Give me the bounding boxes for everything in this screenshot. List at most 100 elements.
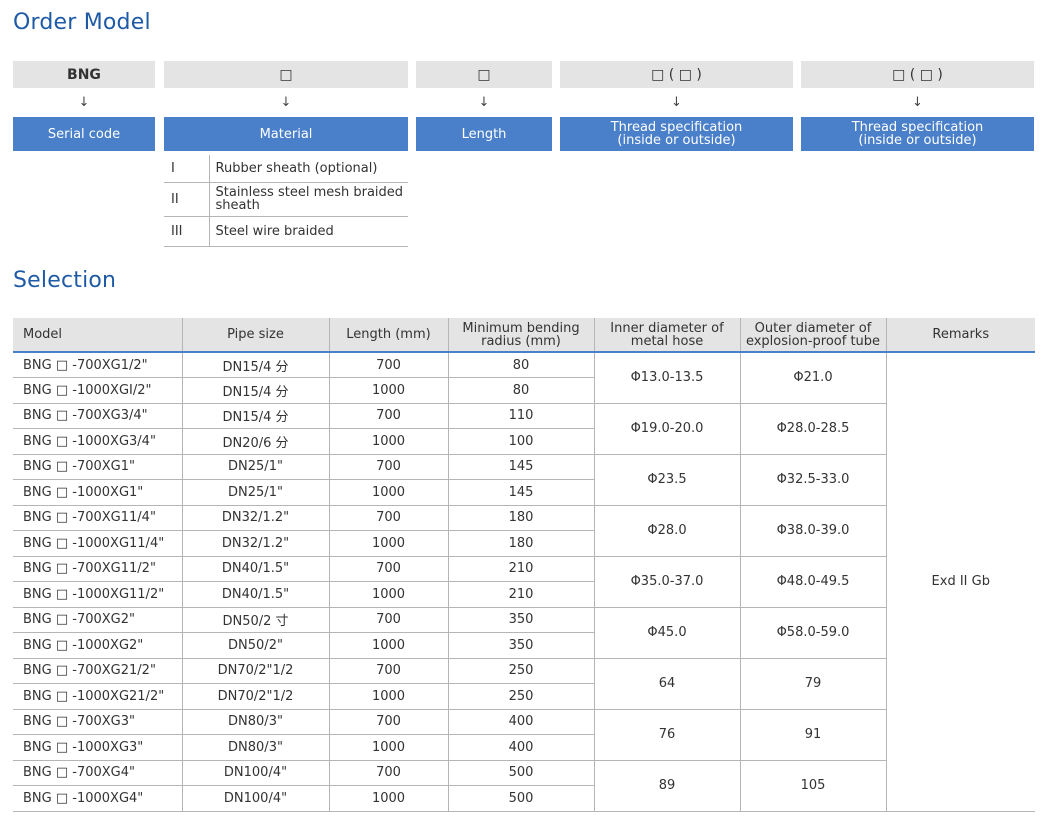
length-cell: 1000 <box>329 479 449 506</box>
length-cell: 1000 <box>329 377 449 404</box>
pipe-size-cell: DN40/1.5" <box>182 581 330 608</box>
order-code: □ ( □ ) <box>560 61 793 88</box>
order-model-title: Order Model <box>13 10 151 35</box>
pipe-size-cell: DN32/1.2" <box>182 530 330 557</box>
down-arrow-icon: ↓ <box>478 95 490 110</box>
table-row: BNG □ -700XG3" DN80/3" 700 400 76 91 <box>13 709 1035 761</box>
bending-radius-cell: 350 <box>448 607 595 633</box>
pipe-size-cell: DN70/2"1/2 <box>182 683 330 710</box>
header-pipe-size: Pipe size <box>182 318 330 353</box>
table-row: BNG □ -700XG21/2" DN70/2"1/2 700 250 64 79 <box>13 658 1035 710</box>
bending-radius-cell: 210 <box>448 556 595 582</box>
outer-diameter-cell: Φ32.5-33.0 <box>740 454 887 506</box>
order-label: Material <box>164 117 408 151</box>
order-col-serial: BNG ↓ Serial code <box>13 61 155 151</box>
bending-radius-cell: 350 <box>448 632 595 659</box>
inner-diameter-cell: Φ23.5 <box>594 454 741 506</box>
length-cell: 1000 <box>329 530 449 557</box>
bending-radius-cell: 145 <box>448 479 595 506</box>
pipe-size-cell: DN100/4" <box>182 760 330 786</box>
outer-diameter-cell: Φ48.0-49.5 <box>740 556 887 608</box>
pipe-size-cell: DN50/2" <box>182 632 330 659</box>
pipe-size-cell: DN80/3" <box>182 734 330 761</box>
pipe-size-cell: DN50/2 寸 <box>182 607 330 633</box>
length-cell: 700 <box>329 709 449 735</box>
order-label: Thread specification (inside or outside) <box>801 117 1034 151</box>
model-cell: BNG □ -1000XG21/2" <box>13 683 183 710</box>
bending-radius-cell: 100 <box>448 428 595 455</box>
header-length: Length (mm) <box>329 318 449 353</box>
selection-header-row: Model Pipe size Length (mm) Minimum bend… <box>13 318 1035 353</box>
pipe-size-cell: DN32/1.2" <box>182 505 330 531</box>
order-code: □ <box>416 61 552 88</box>
material-value: Steel wire braided <box>209 216 408 247</box>
model-cell: BNG □ -700XG1" <box>13 454 183 480</box>
length-cell: 700 <box>329 352 449 378</box>
model-cell: BNG □ -700XG3/4" <box>13 403 183 429</box>
bending-radius-cell: 250 <box>448 683 595 710</box>
bending-radius-cell: 180 <box>448 505 595 531</box>
model-cell: BNG □ -1000XG3" <box>13 734 183 761</box>
selection-table: Model Pipe size Length (mm) Minimum bend… <box>13 318 1035 812</box>
bending-radius-cell: 80 <box>448 377 595 404</box>
bending-radius-cell: 180 <box>448 530 595 557</box>
header-remarks: Remarks <box>886 318 1035 353</box>
order-col-material: □ ↓ Material <box>164 61 408 151</box>
pipe-size-cell: DN25/1" <box>182 454 330 480</box>
header-model: Model <box>13 318 183 353</box>
model-cell: BNG □ -1000XG1" <box>13 479 183 506</box>
down-arrow-icon: ↓ <box>912 95 923 110</box>
material-key: III <box>164 216 210 247</box>
down-arrow-icon: ↓ <box>671 95 682 110</box>
inner-diameter-cell: Φ45.0 <box>594 607 741 659</box>
header-outer-diameter: Outer diameter of explosion-proof tube <box>740 318 887 353</box>
length-cell: 1000 <box>329 581 449 608</box>
down-arrow-icon: ↓ <box>280 95 292 110</box>
table-row: BNG □ -700XG3/4" DN15/4 分 700 110 Φ19.0-20.0… <box>13 403 1035 455</box>
material-row: II Stainless steel mesh braided sheath <box>164 182 408 217</box>
table-row: BNG □ -700XG11/4" DN32/1.2" 700 180 Φ28.0 Φ38… <box>13 505 1035 557</box>
outer-diameter-cell: 79 <box>740 658 887 710</box>
bending-radius-cell: 500 <box>448 785 595 812</box>
model-cell: BNG □ -1000XG11/2" <box>13 581 183 608</box>
order-label: Length <box>416 117 552 151</box>
pipe-size-cell: DN25/1" <box>182 479 330 506</box>
length-cell: 700 <box>329 607 449 633</box>
material-row: III Steel wire braided <box>164 216 408 247</box>
model-cell: BNG □ -1000XG4" <box>13 785 183 812</box>
pipe-size-cell: DN70/2"1/2 <box>182 658 330 684</box>
length-cell: 700 <box>329 403 449 429</box>
model-cell: BNG □ -700XG11/4" <box>13 505 183 531</box>
bending-radius-cell: 500 <box>448 760 595 786</box>
table-row: BNG □ -700XG4" DN100/4" 700 500 89 105 <box>13 760 1035 812</box>
header-inner-diameter: Inner diameter of metal hose <box>594 318 741 353</box>
pipe-size-cell: DN100/4" <box>182 785 330 812</box>
material-value: Rubber sheath (optional) <box>209 155 408 183</box>
bending-radius-cell: 400 <box>448 709 595 735</box>
order-col-thread-2: □ ( □ ) ↓ Thread specification (inside o… <box>801 61 1034 151</box>
outer-diameter-cell: Φ28.0-28.5 <box>740 403 887 455</box>
length-cell: 700 <box>329 658 449 684</box>
table-row: BNG □ -700XG1" DN25/1" 700 145 Φ23.5 Φ32.5-33… <box>13 454 1035 506</box>
pipe-size-cell: DN15/4 分 <box>182 352 330 378</box>
outer-diameter-cell: Φ21.0 <box>740 352 887 404</box>
outer-diameter-cell: 91 <box>740 709 887 761</box>
inner-diameter-cell: Φ35.0-37.0 <box>594 556 741 608</box>
length-cell: 1000 <box>329 683 449 710</box>
material-key: I <box>164 155 210 183</box>
model-cell: BNG □ -700XG11/2" <box>13 556 183 582</box>
inner-diameter-cell: Φ28.0 <box>594 505 741 557</box>
material-value: Stainless steel mesh braided sheath <box>209 182 408 217</box>
model-cell: BNG □ -700XG1/2" <box>13 352 183 378</box>
remarks-cell: Exd II Gb <box>886 352 1035 812</box>
table-row: BNG □ -700XG2" DN50/2 寸 700 350 Φ45.0 Φ58.0-5… <box>13 607 1035 659</box>
outer-diameter-cell: 105 <box>740 760 887 812</box>
length-cell: 700 <box>329 760 449 786</box>
inner-diameter-cell: 89 <box>594 760 741 812</box>
inner-diameter-cell: 64 <box>594 658 741 710</box>
pipe-size-cell: DN80/3" <box>182 709 330 735</box>
length-cell: 1000 <box>329 632 449 659</box>
bending-radius-cell: 400 <box>448 734 595 761</box>
length-cell: 700 <box>329 556 449 582</box>
inner-diameter-cell: Φ13.0-13.5 <box>594 352 741 404</box>
